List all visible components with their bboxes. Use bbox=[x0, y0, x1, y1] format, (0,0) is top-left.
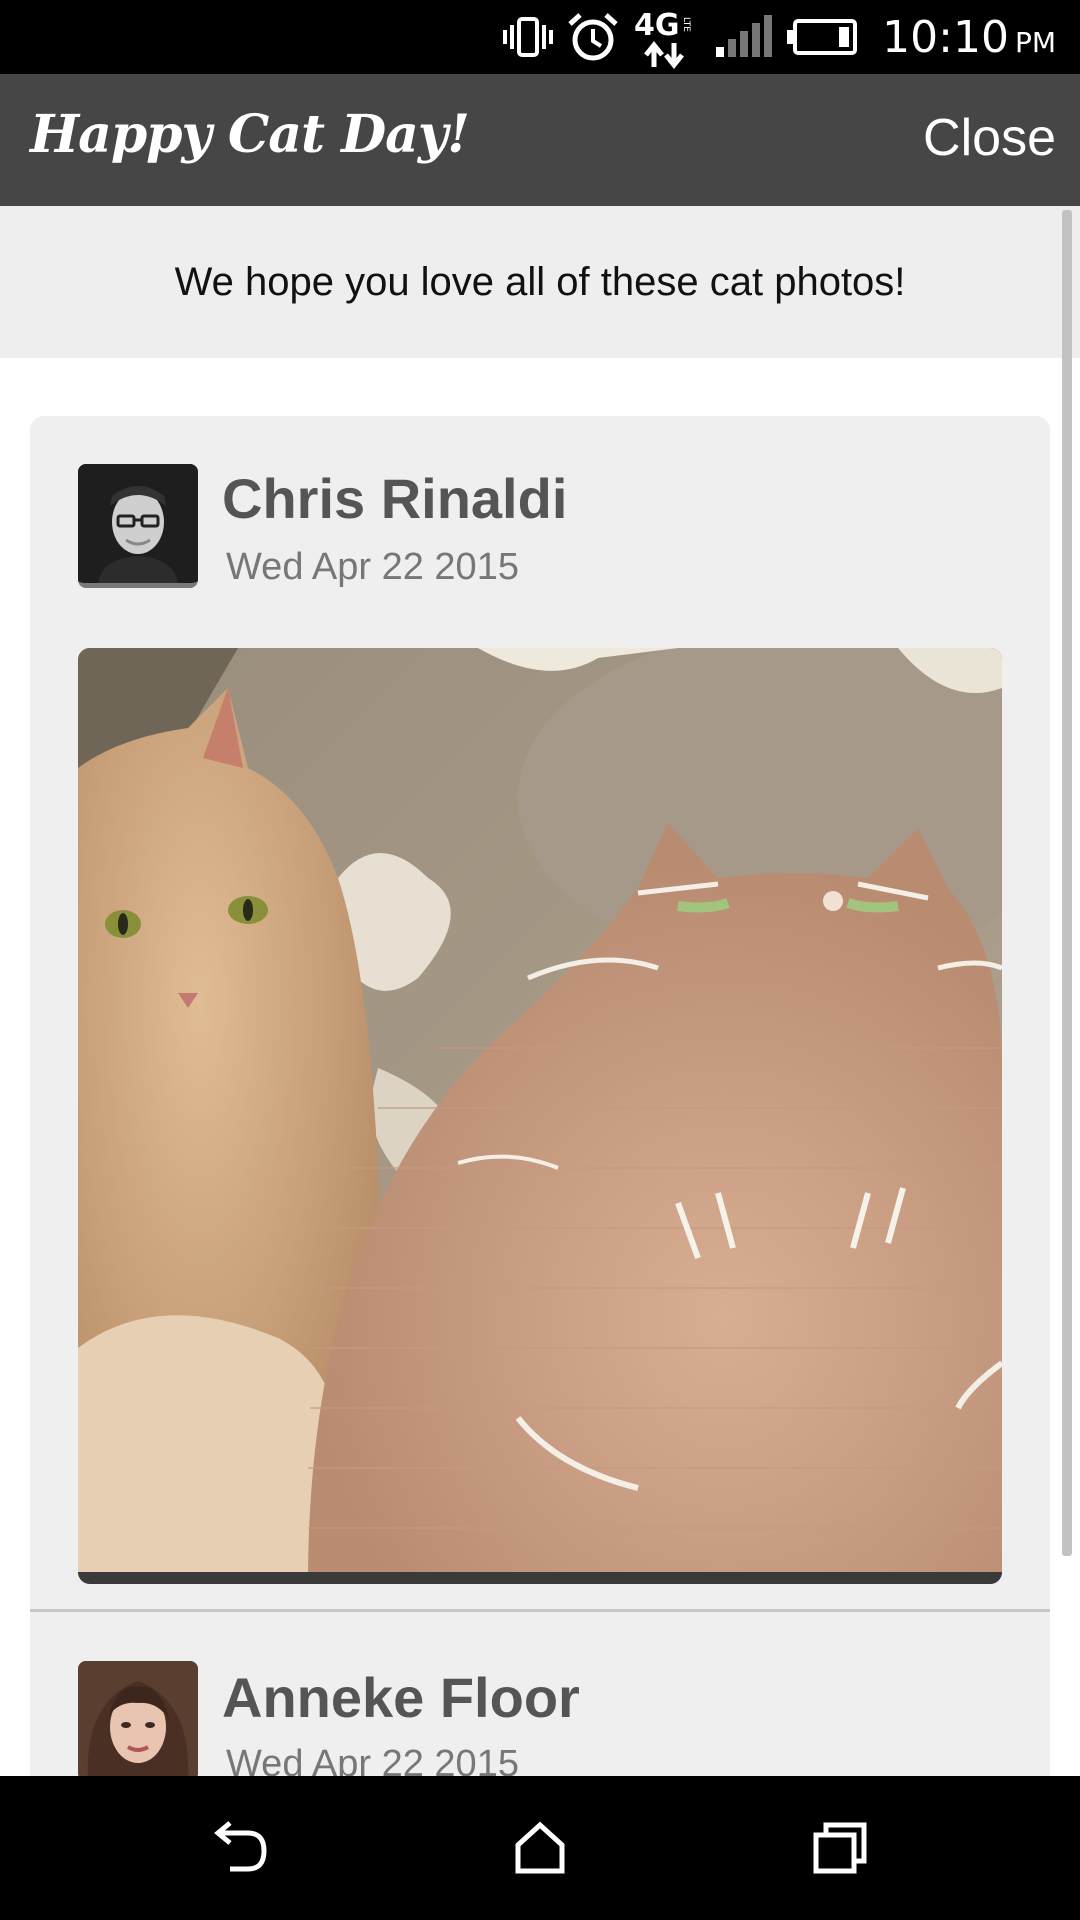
back-button[interactable] bbox=[150, 1776, 330, 1920]
post-card: Anneke Floor Wed Apr 22 2015 bbox=[30, 1615, 1050, 1776]
status-icons: 4G LTE 10:10 PM bbox=[498, 0, 1056, 74]
vibrate-icon bbox=[498, 0, 558, 74]
status-clock: 10:10 PM bbox=[882, 12, 1056, 63]
alarm-icon bbox=[558, 0, 628, 74]
banner-text: We hope you love all of these cat photos… bbox=[174, 259, 906, 304]
close-button[interactable]: Close bbox=[923, 108, 1056, 168]
photo-feed: Chris Rinaldi Wed Apr 22 2015 Anneke Flo… bbox=[30, 416, 1050, 1776]
avatar[interactable] bbox=[78, 1661, 198, 1776]
post-card: Chris Rinaldi Wed Apr 22 2015 bbox=[30, 416, 1050, 1612]
cat-photo[interactable] bbox=[78, 648, 1002, 1584]
home-icon bbox=[515, 1821, 565, 1874]
status-bar: 4G LTE 10:10 PM bbox=[0, 0, 1080, 74]
recent-apps-icon bbox=[813, 1822, 867, 1874]
back-icon bbox=[214, 1821, 267, 1872]
battery-icon bbox=[782, 0, 862, 74]
svg-text:LTE: LTE bbox=[681, 17, 691, 32]
signal-icon bbox=[706, 0, 782, 74]
author-name: Chris Rinaldi bbox=[222, 467, 568, 530]
avatar[interactable] bbox=[78, 464, 198, 588]
scrollbar[interactable] bbox=[1062, 210, 1072, 1556]
clock-time: 10:10 bbox=[882, 11, 1009, 63]
home-button[interactable] bbox=[450, 1776, 630, 1920]
navigation-bar bbox=[0, 1776, 1080, 1920]
content-area[interactable]: We hope you love all of these cat photos… bbox=[0, 206, 1080, 1776]
author-name: Anneke Floor bbox=[222, 1666, 580, 1729]
clock-ampm: PM bbox=[1014, 25, 1056, 59]
app-title: Happy Cat Day! bbox=[30, 104, 470, 165]
post-date: Wed Apr 22 2015 bbox=[226, 1743, 519, 1776]
network-4g-lte-icon: 4G LTE bbox=[628, 0, 706, 74]
recent-apps-button[interactable] bbox=[750, 1776, 930, 1920]
intro-banner: We hope you love all of these cat photos… bbox=[0, 206, 1080, 358]
post-date: Wed Apr 22 2015 bbox=[226, 546, 519, 588]
svg-text:4G: 4G bbox=[634, 8, 680, 43]
app-bar: Happy Cat Day! Close bbox=[0, 74, 1080, 206]
